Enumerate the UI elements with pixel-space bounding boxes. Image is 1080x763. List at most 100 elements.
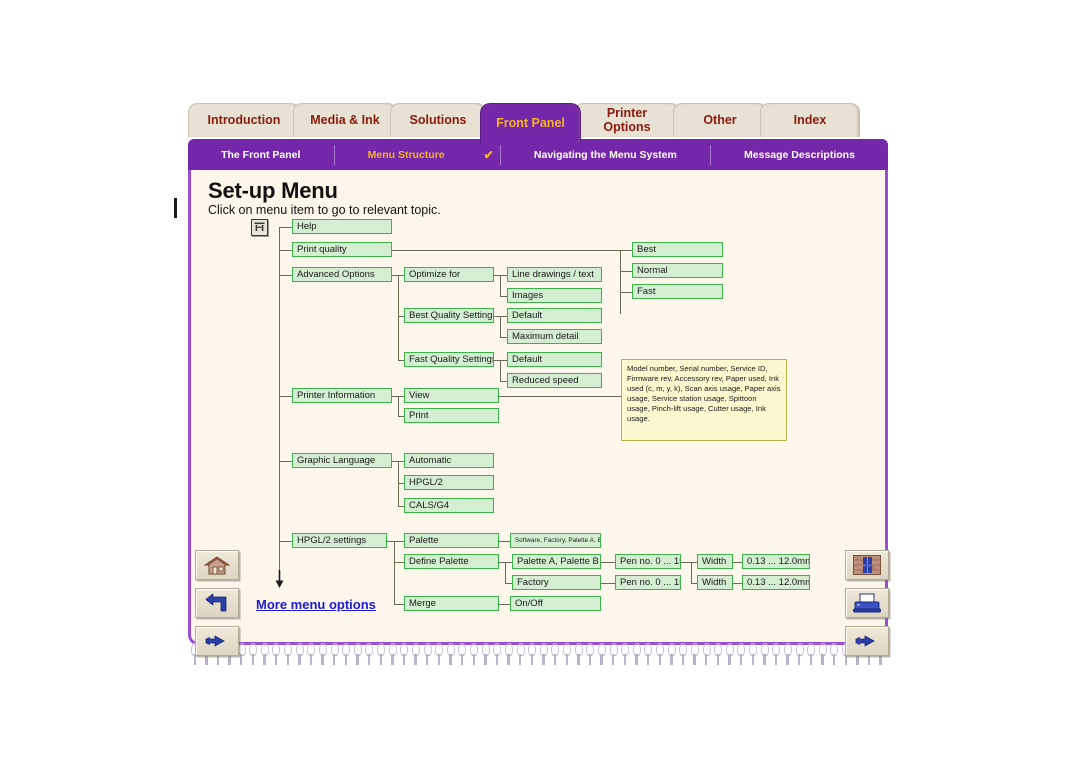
menu-item-view[interactable]: View — [404, 388, 499, 403]
value-hpgl2[interactable]: HPGL/2 — [404, 475, 494, 490]
value-pen-no-1[interactable]: Pen no. 0 ... 15 — [615, 554, 681, 569]
value-images[interactable]: Images — [507, 288, 602, 303]
node-label: HPGL/2 — [409, 477, 443, 488]
menu-item-graphic-language[interactable]: Graphic Language — [292, 453, 392, 468]
subnav-item-the-front-panel[interactable]: The Front Panel — [188, 149, 334, 161]
binding-coil — [377, 643, 385, 665]
tab-front-panel[interactable]: Front Panel — [480, 103, 581, 143]
bookshelf-button[interactable] — [845, 550, 889, 580]
value-normal[interactable]: Normal — [632, 263, 723, 278]
binding-coil — [411, 643, 420, 665]
node-label: Default — [512, 310, 543, 321]
menu-tree-diagram: Help Print quality Best Normal Fast Adva… — [246, 215, 846, 630]
value-factory[interactable]: Factory — [512, 575, 601, 590]
value-best-quality-default[interactable]: Default — [507, 308, 602, 323]
value-cals-g4[interactable]: CALS/G4 — [404, 498, 494, 513]
connector — [505, 562, 512, 563]
value-width-2[interactable]: Width — [697, 575, 733, 590]
print-button[interactable] — [845, 588, 889, 618]
connector — [500, 296, 507, 297]
binding-coil — [260, 643, 269, 665]
node-label: Merge — [409, 598, 436, 609]
tab-introduction[interactable]: Introduction — [188, 103, 300, 137]
back-button[interactable] — [195, 588, 239, 618]
value-width-range-2[interactable]: 0.13 ... 12.0mm — [742, 575, 810, 590]
value-line-drawings-text[interactable]: Line drawings / text — [507, 267, 602, 282]
value-width-range-1[interactable]: 0.13 ... 12.0mm — [742, 554, 810, 569]
connector — [620, 292, 632, 293]
menu-item-define-palette[interactable]: Define Palette — [404, 554, 499, 569]
node-label: Fast — [637, 286, 656, 297]
hand-button[interactable] — [845, 626, 889, 656]
binding-coil — [667, 643, 676, 665]
binding-coil — [807, 643, 816, 665]
menu-item-advanced-options[interactable]: Advanced Options — [292, 267, 392, 282]
menu-item-print-quality[interactable]: Print quality — [292, 242, 392, 257]
menu-item-help[interactable]: Help — [292, 219, 392, 234]
next-button[interactable] — [195, 626, 239, 656]
binding-coil — [435, 643, 444, 665]
binding-coil — [272, 643, 281, 665]
binding-coil — [679, 643, 688, 665]
node-label: Print quality — [297, 244, 347, 255]
home-icon — [204, 555, 230, 574]
value-reduced-speed[interactable]: Reduced speed — [507, 373, 602, 388]
menu-item-fast-quality-settings[interactable]: Fast Quality Settings — [404, 352, 494, 367]
subnav-item-message-descriptions[interactable]: Message Descriptions — [711, 149, 888, 161]
value-maximum-detail[interactable]: Maximum detail — [507, 329, 602, 344]
node-label: Automatic — [409, 455, 452, 466]
binding-coil — [597, 643, 606, 665]
binding-coil — [818, 643, 827, 665]
value-width-1[interactable]: Width — [697, 554, 733, 569]
connector — [394, 541, 395, 604]
connector — [279, 275, 292, 276]
menu-item-print[interactable]: Print — [404, 408, 499, 423]
node-label: Factory — [517, 577, 549, 588]
connector — [394, 604, 404, 605]
connector — [733, 562, 742, 563]
menu-item-hpgl2-settings[interactable]: HPGL/2 settings — [292, 533, 387, 548]
tab-index[interactable]: Index — [760, 103, 860, 137]
tab-label: Introduction — [207, 112, 281, 127]
value-palette-a-b[interactable]: Palette A, Palette B — [512, 554, 601, 569]
menu-item-best-quality-settings[interactable]: Best Quality Settings — [404, 308, 494, 323]
binding-coil — [388, 643, 397, 665]
node-label: Print — [409, 410, 429, 421]
tab-solutions[interactable]: Solutions — [390, 103, 486, 137]
home-button[interactable] — [195, 550, 239, 580]
menu-item-printer-information[interactable]: Printer Information — [292, 388, 392, 403]
binding-coil — [504, 643, 513, 665]
value-automatic[interactable]: Automatic — [404, 453, 494, 468]
connector — [500, 360, 507, 361]
binding-coil — [342, 643, 351, 665]
connector — [500, 316, 501, 337]
binding-coil — [493, 643, 502, 665]
connector — [691, 562, 692, 583]
binding-coil — [772, 643, 781, 665]
value-palette-options[interactable]: Software, Factory, Palette A, B — [510, 533, 601, 548]
menu-item-optimize-for[interactable]: Optimize for — [404, 267, 494, 282]
connector — [392, 250, 620, 251]
value-pen-no-2[interactable]: Pen no. 0 ... 15 — [615, 575, 681, 590]
menu-item-palette[interactable]: Palette — [404, 533, 499, 548]
pointing-hand-icon — [205, 635, 225, 647]
tab-printer-options[interactable]: Printer Options — [574, 103, 680, 137]
tab-media-and-ink[interactable]: Media & Ink — [293, 103, 397, 137]
value-fast-quality-default[interactable]: Default — [507, 352, 602, 367]
binding-coil — [423, 643, 432, 665]
menu-item-merge[interactable]: Merge — [404, 596, 499, 611]
tab-other[interactable]: Other — [673, 103, 767, 137]
binding-coil — [749, 643, 757, 665]
value-on-off[interactable]: On/Off — [510, 596, 601, 611]
binding-coil — [563, 643, 571, 665]
subnav-item-menu-structure[interactable]: Menu Structure — [335, 149, 478, 161]
value-fast[interactable]: Fast — [632, 284, 723, 299]
tab-label: Solutions — [409, 112, 467, 127]
subnav-item-navigating-the-menu-system[interactable]: Navigating the Menu System — [501, 149, 710, 161]
connector — [620, 250, 632, 251]
binding-coil — [470, 643, 478, 665]
more-menu-options-link[interactable]: More menu options — [256, 597, 376, 612]
value-best[interactable]: Best — [632, 242, 723, 257]
node-label: Default — [512, 354, 543, 365]
binding-coil — [714, 643, 723, 665]
